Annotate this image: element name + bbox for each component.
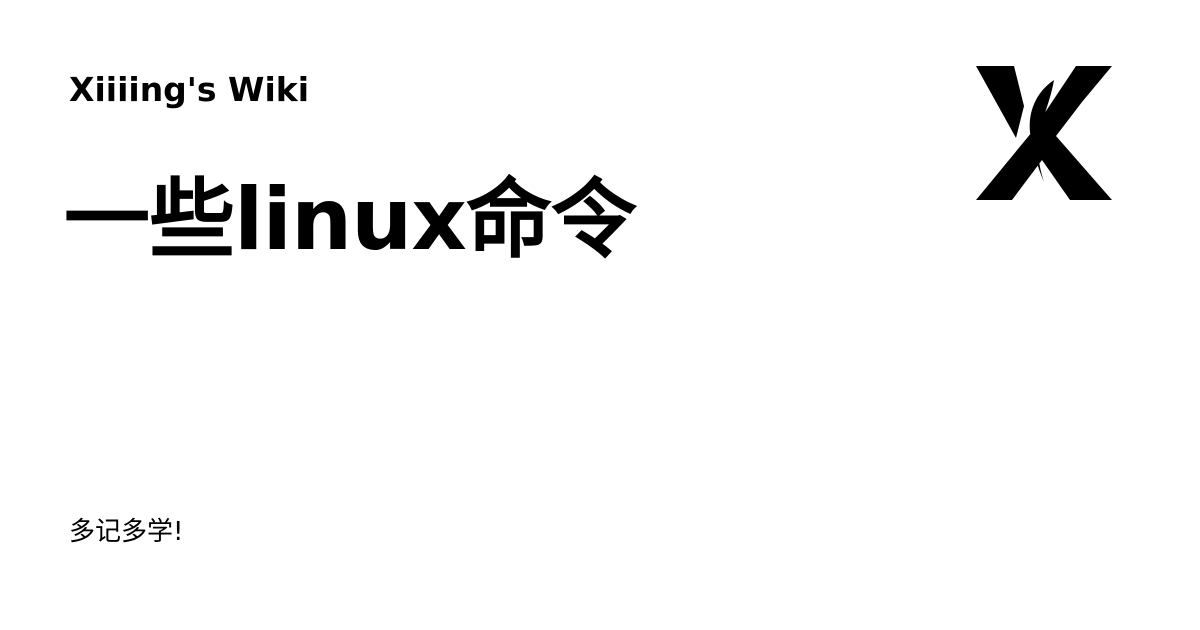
og-card: Xiiiing's Wiki 一些linux命令 多记多学!	[0, 0, 1200, 630]
page-title: 一些linux命令	[64, 170, 637, 270]
x-logo-icon	[976, 66, 1112, 200]
site-name: Xiiiing's Wiki	[69, 70, 310, 109]
page-tagline: 多记多学!	[69, 517, 184, 547]
logo-left-stroke	[976, 66, 1024, 138]
